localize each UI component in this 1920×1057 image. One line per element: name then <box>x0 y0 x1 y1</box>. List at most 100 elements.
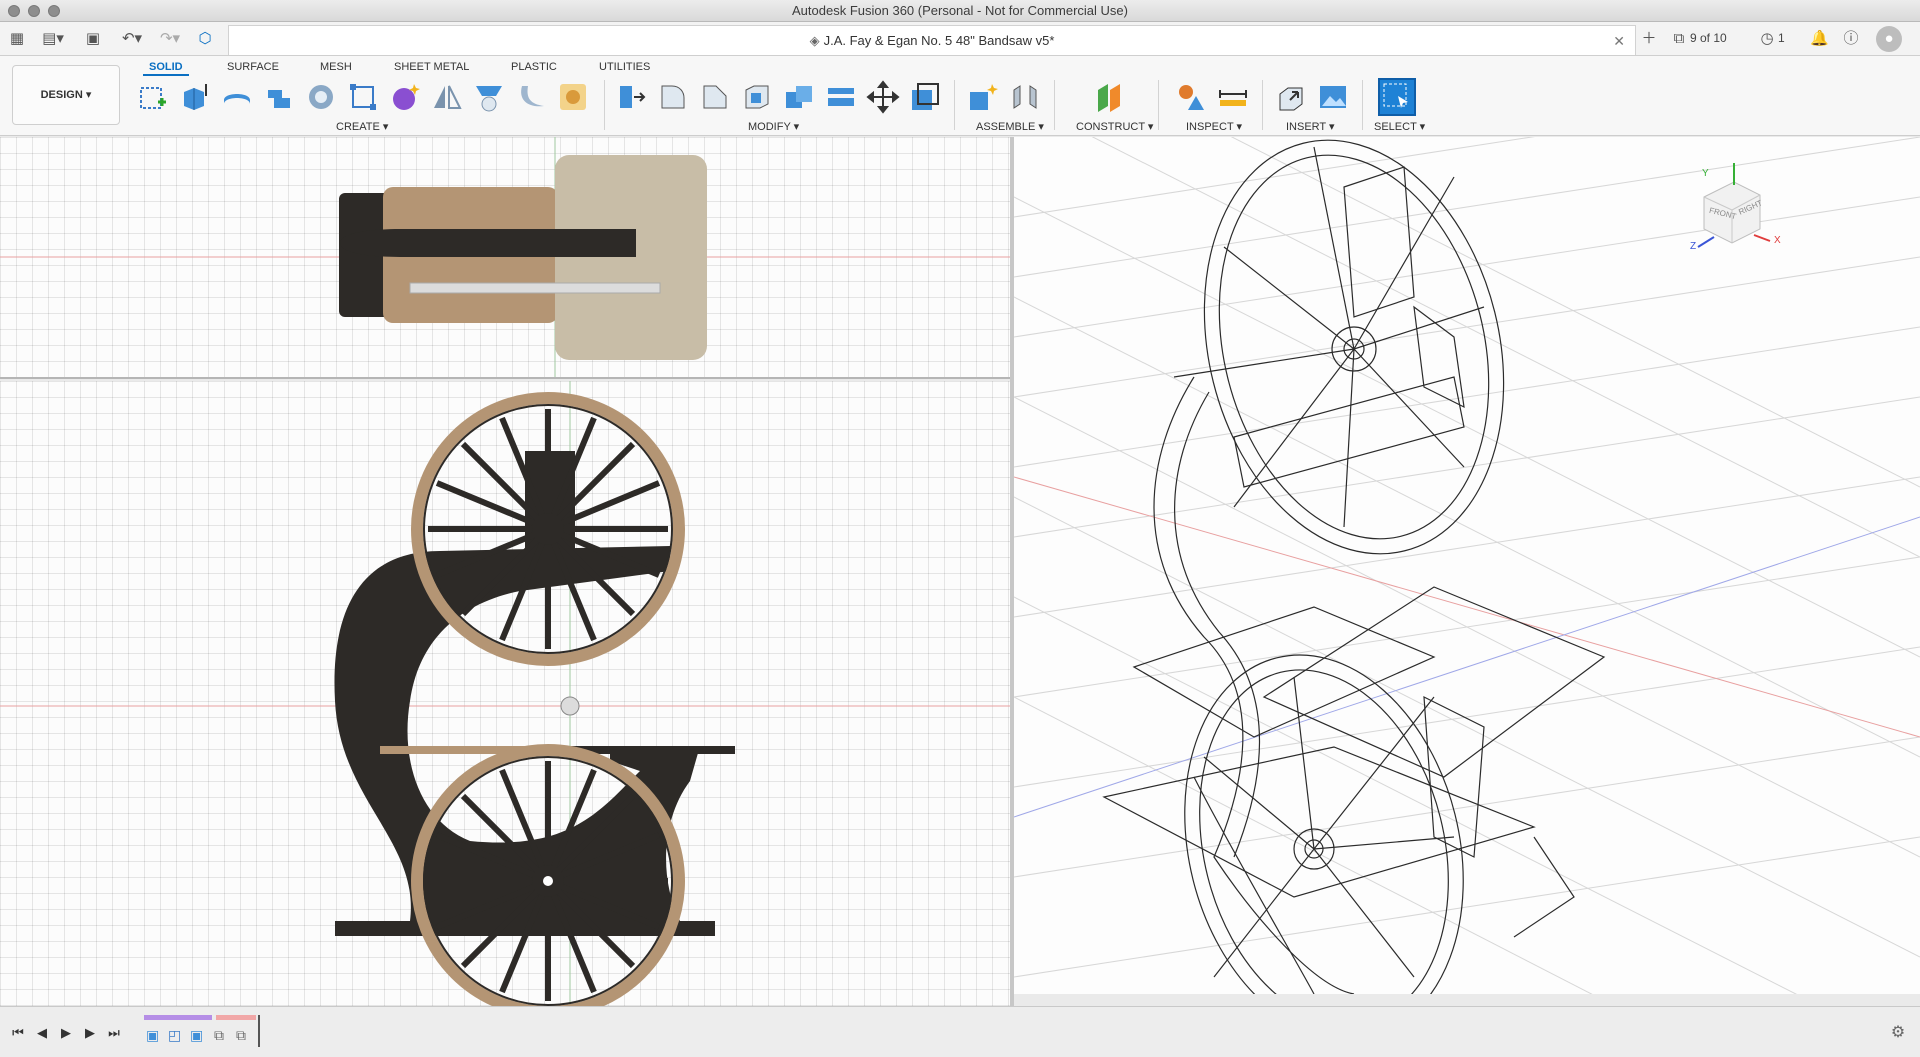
chamfer-icon[interactable] <box>698 80 732 114</box>
construct-menu[interactable]: CONSTRUCT ▾ <box>1076 120 1153 133</box>
split-body-icon[interactable] <box>824 80 858 114</box>
next-icon[interactable]: ▶ <box>82 1025 98 1041</box>
close-window-button[interactable] <box>8 5 20 17</box>
toolbar-separator <box>1158 80 1159 130</box>
select-menu[interactable]: SELECT ▾ <box>1374 120 1425 133</box>
data-panel-icon[interactable]: ⬡ <box>196 29 214 49</box>
form-icon[interactable] <box>388 80 422 114</box>
loft-icon[interactable] <box>304 80 338 114</box>
create-sketch-icon[interactable] <box>136 80 170 114</box>
timeline-bar: ⏮ ◀ ▶ ▶ ⏭ ▣ ◰ ▣ ⧉ ⧉ ⚙ <box>0 1006 1920 1057</box>
window-titlebar: Autodesk Fusion 360 (Personal - Not for … <box>0 0 1920 22</box>
play-icon[interactable]: ▶ <box>58 1025 74 1041</box>
bell-icon[interactable]: 🔔 <box>1810 29 1829 49</box>
pattern-icon[interactable] <box>472 80 506 114</box>
toolbar-separator <box>1054 80 1055 130</box>
file-icon[interactable]: ▤▾ <box>40 29 66 49</box>
tab-surface[interactable]: SURFACE <box>221 58 285 76</box>
axis-x-label: X <box>1774 235 1781 246</box>
sweep-icon[interactable] <box>262 80 296 114</box>
decal-icon[interactable] <box>556 80 590 114</box>
inspect-menu[interactable]: INSPECT ▾ <box>1186 120 1242 133</box>
component-icon: ◈ <box>809 33 820 48</box>
ribbon-toolbar: DESIGN ▾ SOLID SURFACE MESH SHEET METAL … <box>0 56 1920 136</box>
upper-wheel <box>411 392 685 666</box>
versions-icon[interactable]: ⧉ <box>1672 29 1686 49</box>
toolbar-separator <box>1362 80 1363 130</box>
undo-icon[interactable]: ↶▾ <box>118 29 146 49</box>
grid-icon[interactable]: ▦ <box>8 29 26 49</box>
timeline-marker[interactable] <box>258 1015 260 1047</box>
modify-menu[interactable]: MODIFY ▾ <box>748 120 799 133</box>
window-title: Autodesk Fusion 360 (Personal - Not for … <box>792 3 1128 18</box>
shell-icon[interactable] <box>740 80 774 114</box>
mirror-icon[interactable] <box>430 80 464 114</box>
joint-icon[interactable] <box>1008 80 1042 114</box>
new-component-icon[interactable] <box>966 80 1000 114</box>
axis-y-label: Y <box>1702 168 1709 179</box>
lower-wheel <box>411 744 685 1006</box>
redo-icon[interactable]: ↷▾ <box>156 29 184 49</box>
tab-utilities[interactable]: UTILITIES <box>593 58 656 76</box>
settings-icon[interactable]: ⚙ <box>1890 1025 1906 1041</box>
timeline-joint-icon[interactable]: ⧉ <box>214 1027 224 1044</box>
interference-icon[interactable] <box>1174 80 1208 114</box>
timeline-extrude-icon[interactable]: ▣ <box>190 1027 203 1044</box>
close-icon[interactable]: ✕ <box>1613 26 1625 56</box>
extrude-icon[interactable] <box>178 80 212 114</box>
select-icon[interactable] <box>1378 78 1416 116</box>
toolbar-separator <box>954 80 955 130</box>
version-counter[interactable]: 9 of 10 <box>1690 31 1727 45</box>
timeline-sketch-icon[interactable]: ◰ <box>168 1027 181 1044</box>
new-tab-icon[interactable]: ＋ <box>1640 29 1658 49</box>
timeline-group-bar <box>216 1015 256 1020</box>
press-pull-icon[interactable] <box>614 80 648 114</box>
offset-plane-icon[interactable] <box>1092 80 1126 114</box>
minimize-window-button[interactable] <box>28 5 40 17</box>
document-title: J.A. Fay & Egan No. 5 48" Bandsaw v5* <box>823 33 1055 48</box>
create-menu[interactable]: CREATE ▾ <box>336 120 388 133</box>
combine-icon[interactable] <box>782 80 816 114</box>
fillet-icon[interactable] <box>656 80 690 114</box>
axis-z-label: Z <box>1690 241 1697 252</box>
bandsaw-wireframe <box>1102 139 1606 994</box>
toolbar-separator <box>604 80 605 130</box>
workspace-switcher[interactable]: DESIGN ▾ <box>12 65 120 125</box>
top-viewport[interactable] <box>0 137 1010 379</box>
measure-icon[interactable] <box>1216 80 1250 114</box>
front-viewport[interactable] <box>0 381 1010 1006</box>
perspective-viewport[interactable]: Y Z X FRONT RIGHT <box>1014 137 1920 994</box>
user-icon[interactable]: ● <box>1876 26 1902 52</box>
insert-derive-icon[interactable] <box>1274 80 1308 114</box>
timeline-extrude-icon[interactable]: ▣ <box>146 1027 159 1044</box>
insert-canvas-icon[interactable] <box>1316 80 1350 114</box>
tab-solid[interactable]: SOLID <box>143 58 189 76</box>
tab-sheet-metal[interactable]: SHEET METAL <box>388 58 475 76</box>
last-icon[interactable]: ⏭ <box>106 1025 122 1041</box>
tab-bar: ▦ ▤▾ ▣ ↶▾ ↷▾ ⬡ ◈ J.A. Fay & Egan No. 5 48… <box>0 22 1920 56</box>
align-icon[interactable] <box>908 80 942 114</box>
thicken-icon[interactable] <box>514 80 548 114</box>
save-icon[interactable]: ▣ <box>84 29 102 49</box>
tab-mesh[interactable]: MESH <box>314 58 358 76</box>
document-tab[interactable]: ◈ J.A. Fay & Egan No. 5 48" Bandsaw v5* ✕ <box>228 25 1636 55</box>
revolve-icon[interactable] <box>220 80 254 114</box>
tab-plastic[interactable]: PLASTIC <box>505 58 563 76</box>
toolbar-separator <box>1262 80 1263 130</box>
clock-icon[interactable]: ◷ <box>1758 29 1776 49</box>
rib-icon[interactable] <box>346 80 380 114</box>
front-view-drawing <box>0 381 1010 1006</box>
insert-menu[interactable]: INSERT ▾ <box>1286 120 1335 133</box>
zoom-window-button[interactable] <box>48 5 60 17</box>
timeline-features[interactable]: ▣ ◰ ▣ ⧉ ⧉ <box>144 1015 262 1051</box>
timeline-joint-icon[interactable]: ⧉ <box>236 1027 246 1044</box>
move-copy-icon[interactable] <box>866 80 900 114</box>
perspective-grid <box>1014 137 1920 994</box>
first-icon[interactable]: ⏮ <box>10 1025 26 1041</box>
timeline-group-bar <box>144 1015 212 1020</box>
prev-icon[interactable]: ◀ <box>34 1025 50 1041</box>
top-view-drawing <box>0 137 1010 377</box>
help-icon[interactable]: ⓘ <box>1842 29 1860 49</box>
jobs-count[interactable]: 1 <box>1778 31 1785 45</box>
assemble-menu[interactable]: ASSEMBLE ▾ <box>976 120 1044 133</box>
